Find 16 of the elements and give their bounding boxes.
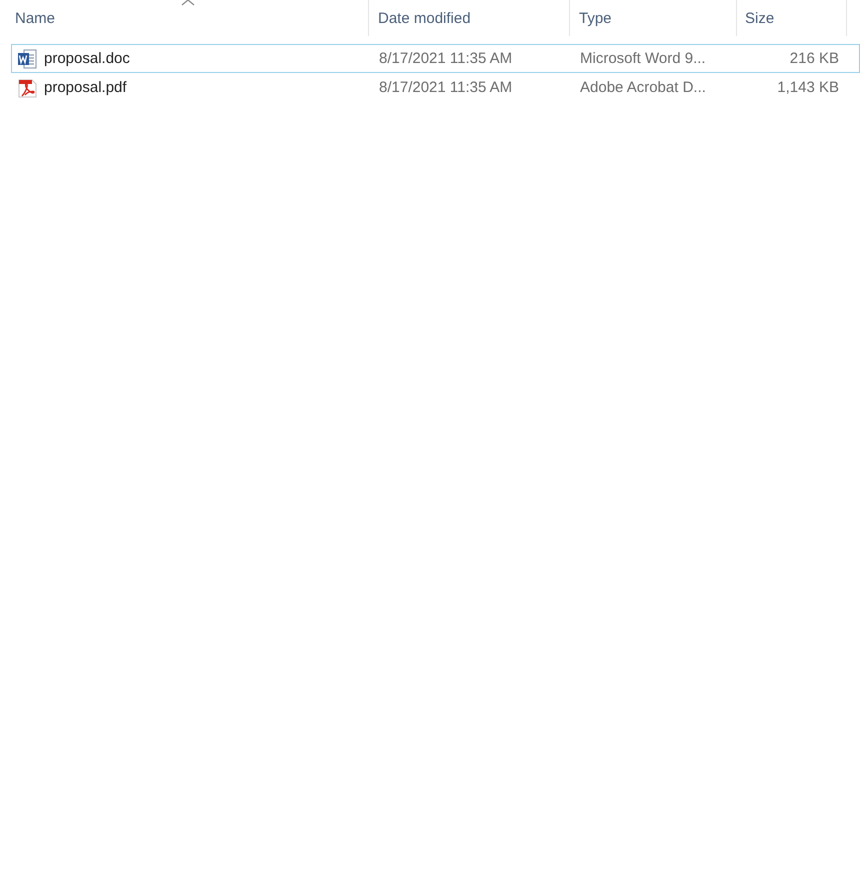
date-modified-cell-text: 8/17/2021 11:35 AM bbox=[378, 50, 514, 67]
file-name: proposal.pdf bbox=[44, 79, 127, 96]
word-document-icon bbox=[16, 48, 38, 70]
date-modified-cell-text: 8/17/2021 11:35 AM bbox=[378, 79, 514, 96]
column-header[interactable]: Size bbox=[745, 10, 774, 26]
file-row[interactable]: proposal.pdf 8/17/2021 11:35 AM Adobe Acrobat D... 1,143 KB bbox=[11, 73, 860, 102]
column-header[interactable]: Name bbox=[15, 10, 56, 26]
file-size-cell-text: 1,143 KB bbox=[776, 79, 840, 96]
column-header[interactable]: Date modified bbox=[378, 10, 471, 26]
file-type-cell-text: Microsoft Word 9... bbox=[579, 50, 707, 67]
pdf-document-icon bbox=[16, 76, 38, 98]
file-row[interactable]: proposal.doc 8/17/2021 11:35 AM Microsoft Word 9... 216 KB bbox=[11, 44, 860, 73]
file-size-cell-text: 216 KB bbox=[788, 50, 840, 67]
column-header[interactable]: Type bbox=[579, 10, 612, 26]
file-type-cell-text: Adobe Acrobat D... bbox=[579, 79, 707, 96]
file-name: proposal.doc bbox=[44, 50, 130, 67]
